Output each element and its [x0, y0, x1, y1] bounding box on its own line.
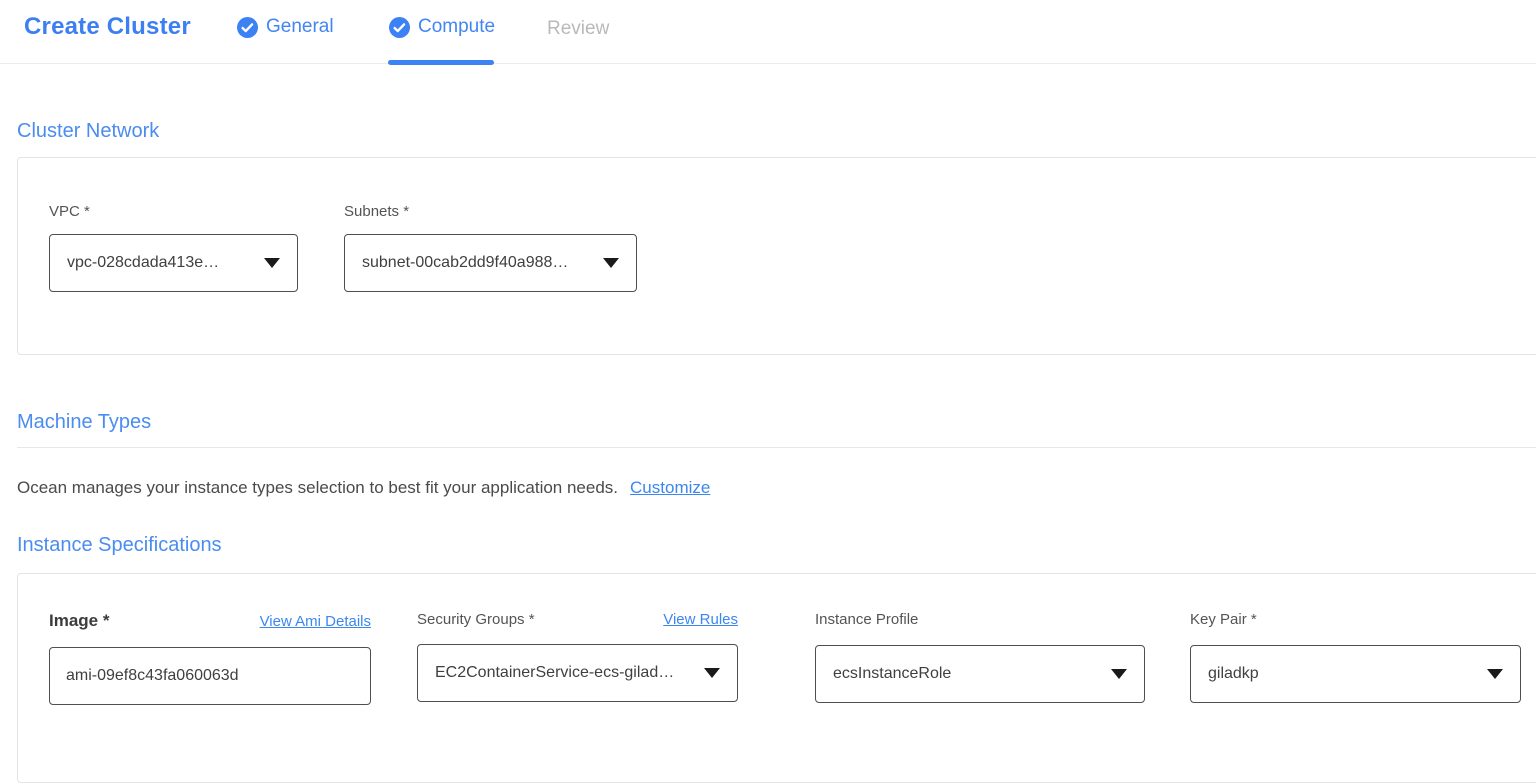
chevron-down-icon [603, 258, 619, 268]
security-groups-selected-value: EC2ContainerService-ecs-gilad… [435, 664, 674, 682]
vpc-field-group: VPC * vpc-028cdada413e… [49, 203, 298, 292]
tab-review[interactable]: Review [547, 18, 609, 40]
instance-specifications-heading: Instance Specifications [17, 534, 222, 557]
check-circle-icon [237, 17, 258, 38]
security-groups-field-group: Security Groups * View Rules EC2Containe… [417, 611, 738, 702]
image-label: Image * [49, 611, 109, 631]
tab-general[interactable]: General [237, 16, 334, 38]
key-pair-label: Key Pair * [1190, 611, 1521, 628]
instance-profile-field-group: Instance Profile ecsInstanceRole [815, 611, 1145, 703]
view-rules-link[interactable]: View Rules [663, 611, 738, 628]
subnets-label: Subnets * [344, 203, 637, 220]
chevron-down-icon [704, 668, 720, 678]
machine-types-description-text: Ocean manages your instance types select… [17, 478, 618, 497]
page-title: Create Cluster [24, 13, 191, 41]
machine-types-heading: Machine Types [17, 411, 151, 434]
subnets-field-group: Subnets * subnet-00cab2dd9f40a988… [344, 203, 637, 292]
vpc-label: VPC * [49, 203, 298, 220]
vpc-selected-value: vpc-028cdada413e… [67, 254, 219, 272]
key-pair-field-group: Key Pair * giladkp [1190, 611, 1521, 703]
image-input[interactable] [49, 647, 371, 705]
instance-profile-label: Instance Profile [815, 611, 1145, 628]
tab-compute[interactable]: Compute [389, 16, 495, 38]
subnets-select[interactable]: subnet-00cab2dd9f40a988… [344, 234, 637, 292]
active-tab-indicator [388, 60, 494, 65]
vpc-select[interactable]: vpc-028cdada413e… [49, 234, 298, 292]
image-field-group: Image * View Ami Details [49, 611, 371, 705]
tab-compute-label: Compute [418, 16, 495, 38]
security-groups-label: Security Groups * [417, 611, 535, 628]
view-ami-details-link[interactable]: View Ami Details [260, 613, 371, 630]
check-circle-icon [389, 17, 410, 38]
security-groups-select[interactable]: EC2ContainerService-ecs-gilad… [417, 644, 738, 702]
subnets-selected-value: subnet-00cab2dd9f40a988… [362, 254, 568, 272]
wizard-header: Create Cluster General Compute Review [0, 0, 1536, 64]
machine-types-description: Ocean manages your instance types select… [17, 478, 710, 498]
instance-profile-select[interactable]: ecsInstanceRole [815, 645, 1145, 703]
key-pair-select[interactable]: giladkp [1190, 645, 1521, 703]
chevron-down-icon [264, 258, 280, 268]
cluster-network-card: VPC * vpc-028cdada413e… Subnets * subnet… [17, 157, 1536, 355]
instance-specifications-card: Image * View Ami Details Security Groups… [17, 573, 1536, 783]
instance-profile-selected-value: ecsInstanceRole [833, 665, 951, 683]
tab-general-label: General [266, 16, 334, 38]
machine-types-divider [17, 447, 1536, 448]
chevron-down-icon [1111, 669, 1127, 679]
cluster-network-heading: Cluster Network [17, 120, 159, 143]
tab-review-label: Review [547, 18, 609, 40]
chevron-down-icon [1487, 669, 1503, 679]
key-pair-selected-value: giladkp [1208, 665, 1259, 683]
customize-link[interactable]: Customize [630, 478, 710, 497]
